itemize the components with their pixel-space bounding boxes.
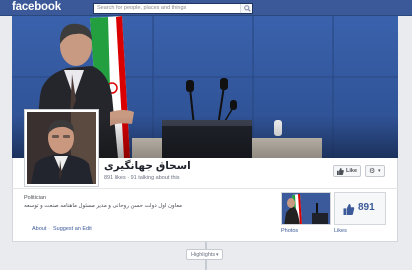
- top-navigation-bar: facebook Search for people, places and t…: [0, 0, 412, 16]
- suggest-edit-link[interactable]: Suggest an Edit: [53, 226, 92, 232]
- page-settings-button[interactable]: ⚙ ▾: [365, 165, 385, 177]
- gear-icon: ⚙: [369, 168, 376, 175]
- search-input[interactable]: Search for people, places and things: [93, 3, 253, 14]
- photos-thumbnail[interactable]: [281, 192, 331, 225]
- likes-link[interactable]: Likes: [334, 228, 347, 234]
- highlights-label: Highlights: [191, 252, 216, 258]
- page-description: معاون اول دولت حسن روحانی و مدیر مسئول م…: [24, 203, 182, 209]
- tab-separator: ·: [48, 226, 50, 232]
- like-button[interactable]: Like: [333, 165, 361, 177]
- thumbs-up-icon: [337, 168, 344, 177]
- likes-count: 891: [358, 202, 375, 213]
- photos-link[interactable]: Photos: [281, 228, 298, 234]
- search-placeholder: Search for people, places and things: [97, 5, 187, 11]
- likes-summary-box[interactable]: 891: [334, 192, 386, 225]
- chevron-down-icon: ▾: [378, 168, 381, 174]
- profile-picture[interactable]: [24, 109, 99, 187]
- thumbs-up-icon: [343, 202, 355, 220]
- like-button-label: Like: [346, 168, 358, 174]
- header-divider: [12, 188, 398, 189]
- page-stats: 891 likes · 91 talking about this: [104, 175, 180, 181]
- facebook-logo[interactable]: facebook: [12, 1, 61, 13]
- chevron-down-icon: ▾: [216, 252, 219, 258]
- tab-about[interactable]: About: [32, 226, 46, 232]
- page-title: اسحاق جهانگیری: [104, 160, 191, 172]
- search-icon[interactable]: [240, 4, 252, 13]
- page-category: Politician: [24, 195, 47, 201]
- highlights-dropdown[interactable]: Highlights ▾: [186, 249, 223, 260]
